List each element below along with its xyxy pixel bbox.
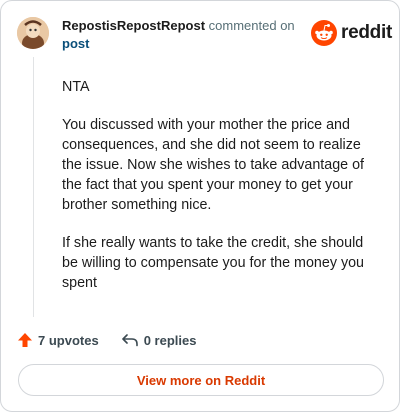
reply-button[interactable]: 0 replies — [121, 332, 197, 348]
comment-paragraph: If she really wants to take the credit, … — [62, 235, 364, 291]
reddit-wordmark: reddit — [341, 22, 392, 43]
comment-paragraph: NTA — [62, 79, 90, 95]
upvote-arrow-icon — [18, 333, 32, 347]
comment-paragraph: You discussed with your mother the price… — [62, 117, 365, 213]
upvote-button[interactable]: 7 upvotes — [17, 332, 99, 348]
author-name[interactable]: RepostisRepostRepost — [62, 18, 205, 33]
comment-embed-card: RepostisRepostRepost commented on post r… — [0, 0, 400, 412]
comment-action-text: commented on — [208, 18, 295, 33]
thread-line — [33, 57, 34, 317]
upvote-count: 7 upvotes — [38, 332, 99, 348]
view-more-button[interactable]: View more on Reddit — [18, 364, 384, 396]
comment-body: NTA You discussed with your mother the p… — [62, 77, 372, 311]
avatar[interactable] — [17, 17, 49, 49]
comment-header: RepostisRepostRepost commented on — [62, 17, 295, 34]
post-link[interactable]: post — [62, 35, 89, 52]
reddit-logo-icon — [311, 20, 337, 46]
avatar-icon — [17, 17, 49, 49]
reply-arrow-icon — [121, 334, 138, 347]
reply-count: 0 replies — [143, 332, 197, 348]
reddit-brand[interactable]: reddit — [311, 20, 392, 46]
comment-actions: 7 upvotes 0 replies — [17, 329, 196, 351]
